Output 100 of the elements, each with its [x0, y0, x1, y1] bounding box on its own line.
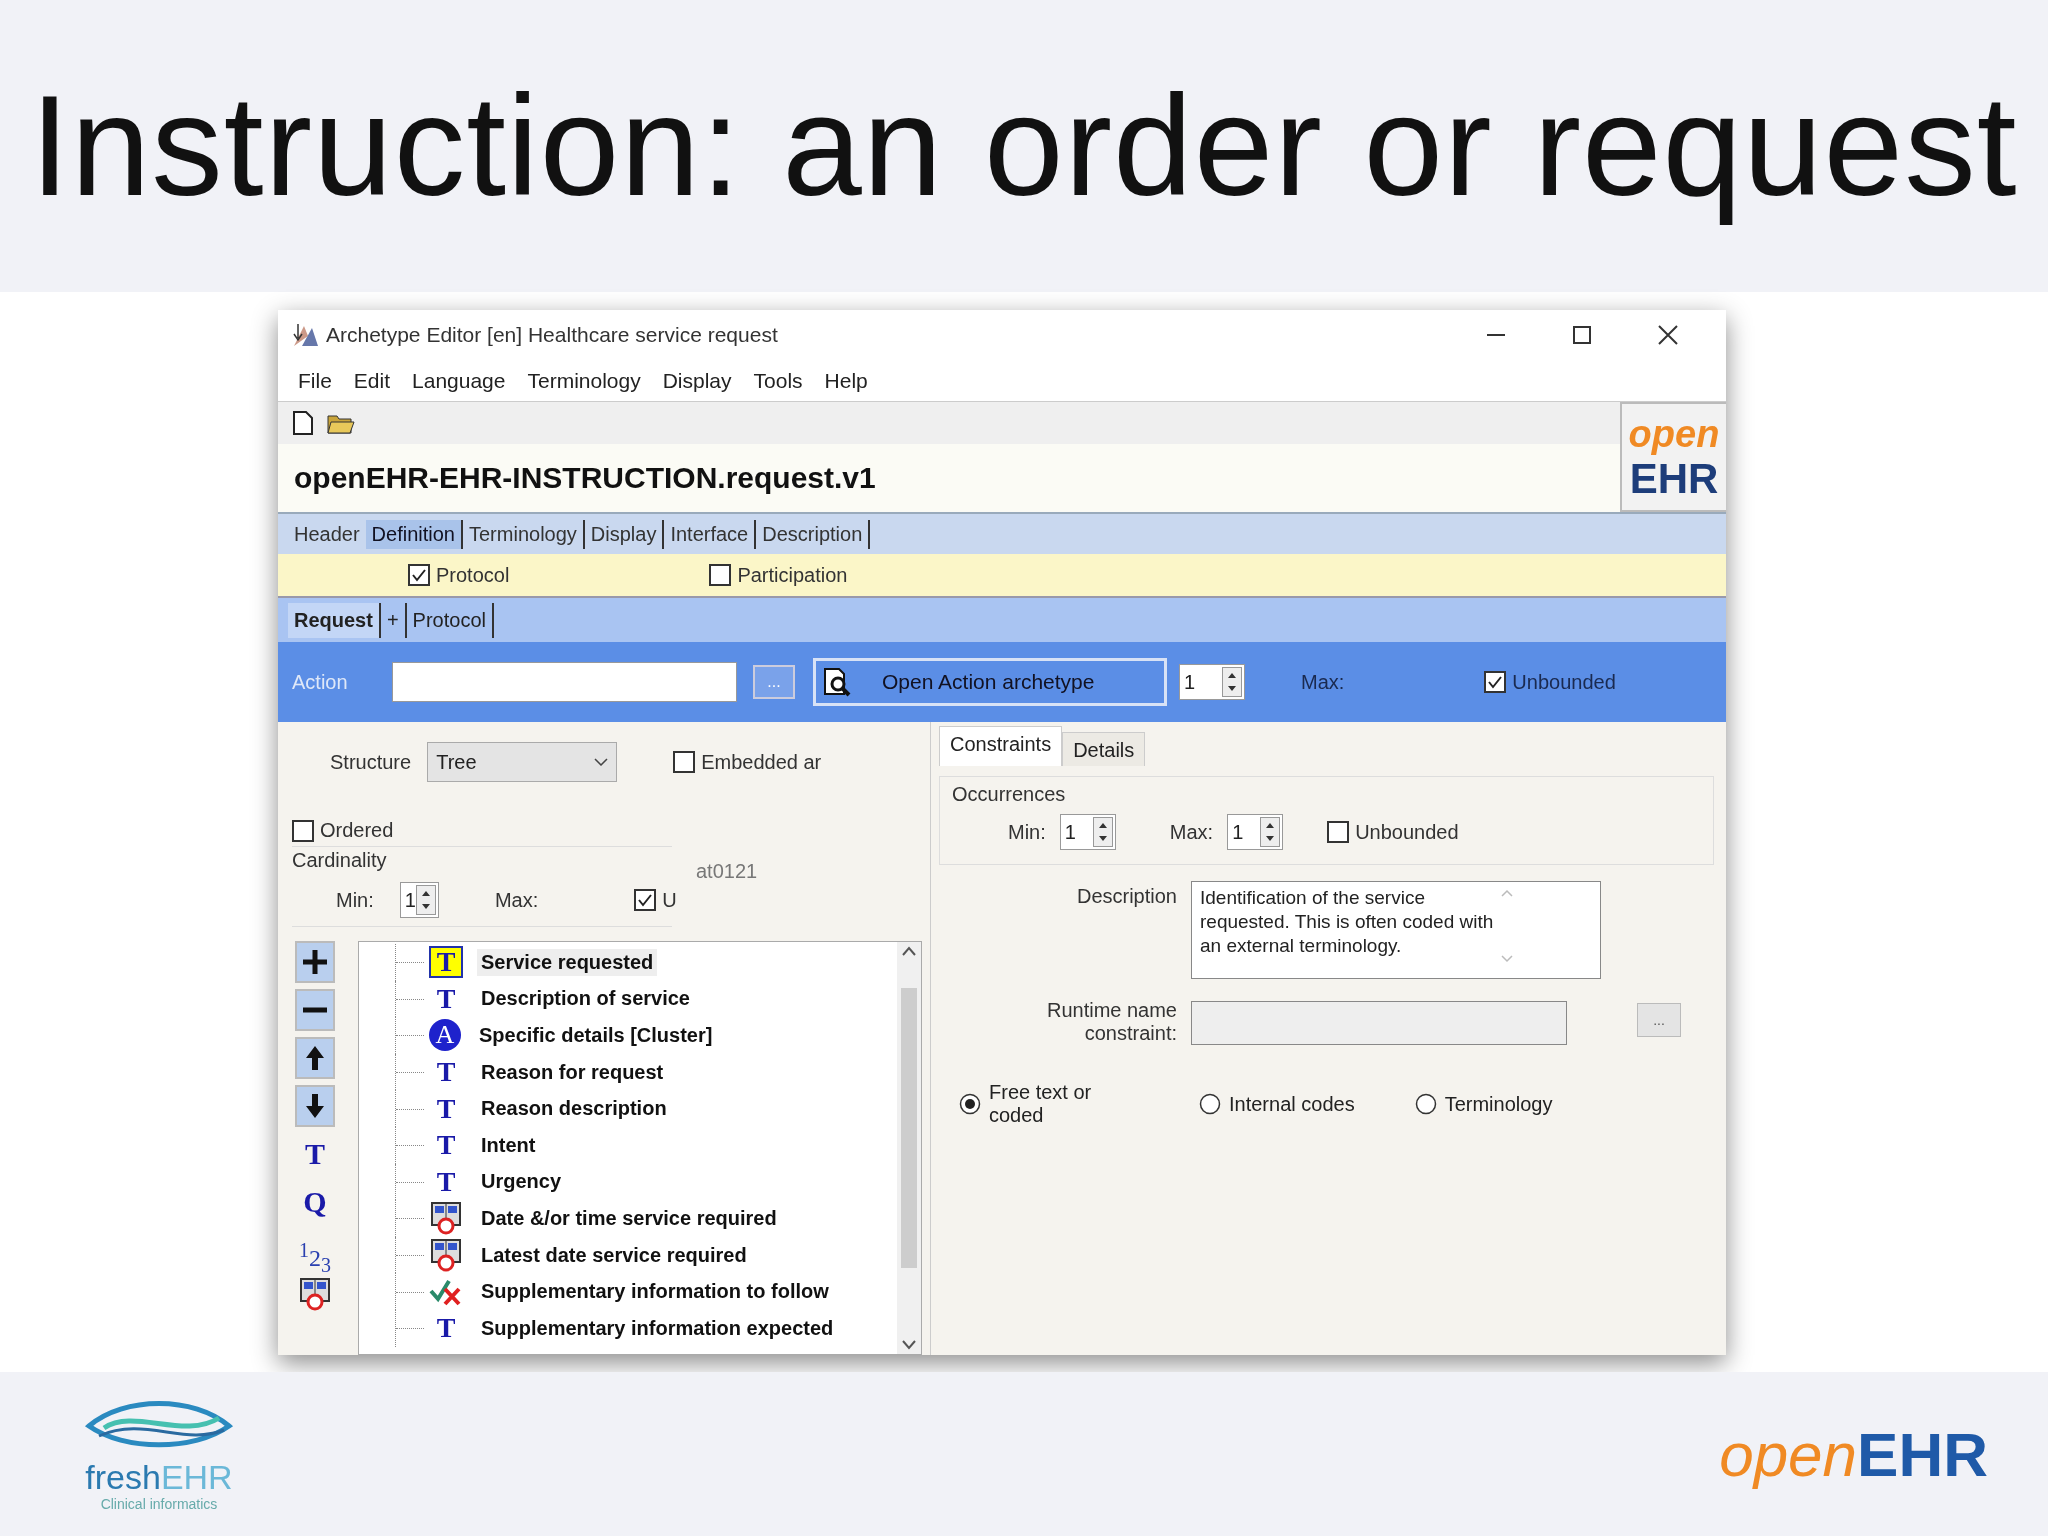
radio-button[interactable]	[1199, 1093, 1221, 1115]
checkbox[interactable]	[408, 564, 430, 586]
section-tab[interactable]: Protocol	[406, 603, 494, 638]
spin-arrows-icon[interactable]	[415, 885, 436, 915]
checkbox[interactable]	[709, 564, 732, 586]
tree-item[interactable]: Reason for request	[477, 1058, 668, 1086]
tree-line	[395, 1273, 425, 1310]
tree-line	[395, 1090, 425, 1127]
text-type-icon: T	[429, 982, 463, 1015]
tab[interactable]: Terminology	[463, 519, 585, 549]
chevron-down-icon	[594, 758, 609, 766]
tree-item[interactable]: Reason description	[477, 1095, 671, 1123]
add-element-button[interactable]: T	[305, 1133, 325, 1175]
group-title: Occurrences	[952, 783, 1067, 806]
file-search-icon	[822, 667, 852, 697]
close-icon	[1658, 325, 1678, 345]
radio-button[interactable]	[1414, 1093, 1437, 1115]
spin-arrows-icon[interactable]	[1092, 817, 1113, 847]
action-field[interactable]	[392, 662, 737, 702]
tab[interactable]: Constraints	[939, 726, 1063, 766]
description-field[interactable]: Identification of the service requested. This is often coded with an external terminology.	[1191, 881, 1601, 979]
checkbox-label: Participation	[737, 563, 848, 587]
checkbox-label: Unbounded	[1355, 820, 1459, 844]
calendar-clock-icon	[298, 1277, 332, 1311]
tree-item[interactable]: Supplementary information to follow	[477, 1278, 833, 1306]
text-type-icon: T	[429, 946, 463, 979]
tab[interactable]: Description	[756, 519, 871, 549]
structure-select[interactable]: Tree	[427, 742, 618, 782]
add-button[interactable]	[295, 941, 335, 983]
text-type-icon: T	[429, 1129, 463, 1162]
window-title: Archetype Editor [en] Healthcare service request	[326, 323, 779, 347]
structure-label: Structure	[330, 750, 412, 774]
tree-item[interactable]: Service requested	[477, 948, 658, 976]
scrollbar[interactable]	[897, 942, 921, 1354]
checkbox[interactable]	[292, 819, 314, 842]
menu-item[interactable]: Language	[402, 364, 516, 397]
min-spinner[interactable]: 1	[1179, 664, 1245, 700]
add-count-button[interactable]: $^{1}$2$_{3}$	[299, 1229, 331, 1271]
tree-line	[395, 1236, 425, 1274]
tree-line	[395, 1163, 425, 1201]
tab[interactable]: Details	[1062, 732, 1146, 766]
checkbox-label: Ordered	[320, 819, 394, 842]
archetype-id: openEHR-EHR-INSTRUCTION.request.v1	[294, 461, 876, 495]
runtime-name-field[interactable]	[1191, 1001, 1567, 1045]
section-tab[interactable]: Request	[288, 603, 381, 638]
menu-item[interactable]: Edit	[343, 364, 401, 397]
radio-button[interactable]	[959, 1093, 981, 1115]
menu-item[interactable]: Terminology	[517, 364, 651, 397]
min-spinner[interactable]: 1	[399, 882, 439, 918]
tree-item[interactable]: Date &/or time service required	[477, 1204, 781, 1232]
arrow-down-icon	[304, 1092, 326, 1120]
menu-item[interactable]: File	[288, 364, 342, 397]
add-element-button[interactable]: Q	[303, 1181, 327, 1223]
text-type-icon: T	[429, 1092, 463, 1125]
menu-item[interactable]: Help	[814, 364, 878, 397]
minus-icon	[301, 1006, 329, 1014]
tab[interactable]: Definition	[365, 519, 463, 549]
tree-line	[395, 1126, 425, 1164]
tree-line	[395, 1200, 425, 1237]
checkbox[interactable]	[1484, 671, 1507, 693]
tree-item[interactable]: Latest date service required	[477, 1241, 751, 1269]
checkbox[interactable]	[634, 889, 657, 911]
cluster-icon: A	[429, 1019, 461, 1052]
section-tab[interactable]: +	[380, 603, 407, 638]
max-label: Max:	[494, 889, 539, 911]
max-spinner[interactable]: 1	[1227, 814, 1284, 850]
browse-button[interactable]: ...	[1637, 1003, 1681, 1037]
checkbox[interactable]	[1327, 821, 1350, 843]
calendar-clock-icon	[429, 1238, 463, 1273]
menu-item[interactable]: Tools	[743, 364, 813, 397]
tree-item[interactable]: Urgency	[477, 1168, 566, 1196]
min-label: Min:	[336, 888, 374, 912]
openehr-logo: openEHR	[1719, 1418, 1988, 1490]
spin-arrows-icon[interactable]	[1222, 667, 1242, 697]
tree-item[interactable]: Description of service	[477, 985, 694, 1013]
tab[interactable]: Header	[288, 519, 366, 549]
node-code: at0121	[696, 860, 758, 883]
max-label: Max:	[1169, 821, 1214, 843]
scroll-up-icon[interactable]	[902, 946, 916, 956]
move-down-button[interactable]	[295, 1085, 335, 1127]
max-label: Max:	[1301, 671, 1345, 693]
runtime-name-label: Runtime name constraint:	[1045, 998, 1177, 1045]
scroll-down-icon[interactable]	[902, 1340, 916, 1350]
checkbox-label: Unbounded	[1512, 670, 1616, 694]
radio-label: Terminology	[1444, 1092, 1553, 1116]
tree-item[interactable]: Specific details [Cluster]	[475, 1022, 717, 1049]
min-label: Min:	[1008, 820, 1046, 844]
plus-icon	[301, 948, 329, 976]
checkbox[interactable]	[673, 751, 696, 773]
min-spinner[interactable]: 1	[1059, 814, 1116, 850]
tree-item[interactable]: Supplementary information expected	[477, 1314, 838, 1342]
remove-button[interactable]	[295, 989, 335, 1031]
spin-arrows-icon[interactable]	[1260, 817, 1281, 847]
openehr-logo: open EHR	[1620, 402, 1726, 512]
move-up-button[interactable]	[295, 1037, 335, 1079]
tab[interactable]: Display	[584, 519, 665, 549]
menu-item[interactable]: Display	[652, 364, 742, 397]
open-action-button[interactable]: Open Action archetype	[813, 658, 1167, 706]
tree-item[interactable]: Intent	[477, 1131, 540, 1159]
tab[interactable]: Interface	[664, 519, 757, 549]
